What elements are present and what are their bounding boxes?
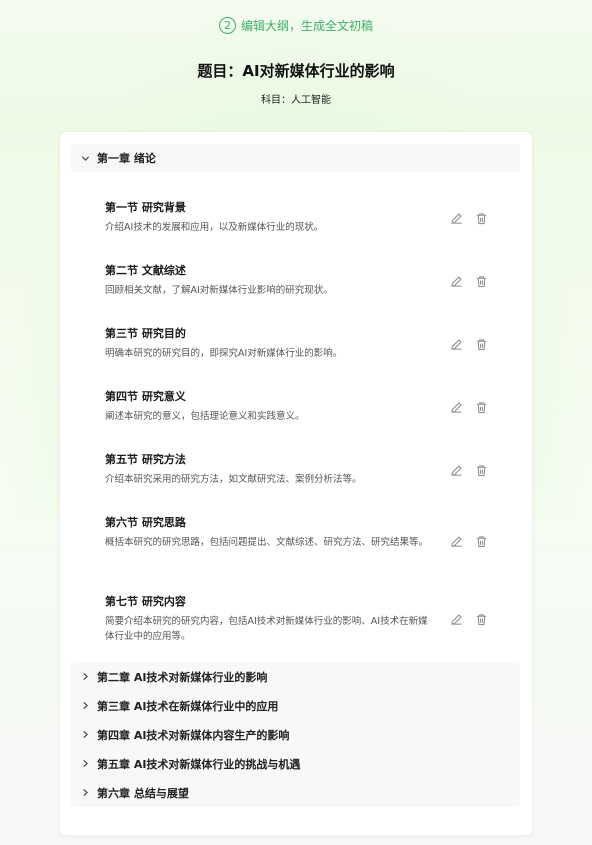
subject-label: 科目：人工智能	[261, 95, 331, 106]
section-actions	[449, 400, 488, 414]
chevron-right-icon	[75, 759, 95, 768]
trash-icon[interactable]	[474, 400, 488, 414]
chevron-right-icon	[75, 788, 95, 797]
step-number-badge: 2	[218, 17, 236, 34]
trash-icon[interactable]	[474, 274, 488, 288]
trash-icon[interactable]	[474, 534, 488, 548]
section-item: 第六节 研究思路 概括本研究的研究思路，包括问题提出、文献综述、研究方法、研究结…	[105, 516, 435, 550]
page-title: 题目：AI对新媒体行业的影响	[197, 62, 395, 80]
section-item: 第七节 研究内容 简要介绍本研究的研究内容，包括AI技术对新媒体行业的影响、AI…	[105, 595, 435, 644]
section-actions	[449, 612, 488, 626]
chapter-2-header[interactable]: 第二章 AI技术对新媒体行业的影响	[71, 662, 520, 691]
section-item: 第三节 研究目的 明确本研究的研究目的，即探究AI对新媒体行业的影响。	[105, 327, 435, 361]
section-title: 第四节 研究意义	[105, 390, 186, 403]
trash-icon[interactable]	[474, 612, 488, 626]
outline-card: 第一章 绪论 第一节 研究背景 介绍AI技术的发展和应用，以及新媒体行业的现状。…	[60, 132, 532, 835]
chapter-label: 第五章 AI技术对新媒体行业的挑战与机遇	[97, 757, 301, 771]
chapter-4-header[interactable]: 第四章 AI技术对新媒体内容生产的影响	[71, 720, 520, 749]
step-indicator: 2 编辑大纲，生成全文初稿	[0, 17, 592, 34]
section-description: 介绍本研究采用的研究方法，如文献研究法、案例分析法等。	[105, 474, 362, 485]
trash-icon[interactable]	[474, 463, 488, 477]
chapter-1-label: 第一章 绪论	[97, 152, 156, 165]
chevron-down-icon	[75, 154, 95, 163]
section-title: 第三节 研究目的	[105, 327, 186, 340]
chapter-6-header[interactable]: 第六章 总结与展望	[71, 778, 520, 807]
chapter-label: 第二章 AI技术对新媒体行业的影响	[97, 670, 268, 684]
chapter-label: 第四章 AI技术对新媒体内容生产的影响	[97, 728, 290, 742]
section-description: 介绍AI技术的发展和应用，以及新媒体行业的现状。	[105, 222, 324, 233]
section-title: 第六节 研究思路	[105, 516, 186, 529]
section-actions	[449, 463, 488, 477]
chapter-1-header[interactable]: 第一章 绪论	[71, 144, 520, 172]
chapter-label: 第三章 AI技术在新媒体行业中的应用	[97, 699, 279, 713]
pencil-icon[interactable]	[449, 463, 463, 477]
pencil-icon[interactable]	[449, 211, 463, 225]
pencil-icon[interactable]	[449, 400, 463, 414]
section-actions	[449, 211, 488, 225]
trash-icon[interactable]	[474, 211, 488, 225]
chevron-right-icon	[75, 701, 95, 710]
section-description: 简要介绍本研究的研究内容，包括AI技术对新媒体行业的影响、AI技术在新媒体行业中…	[105, 616, 428, 642]
pencil-icon[interactable]	[449, 534, 463, 548]
chevron-right-icon	[75, 730, 95, 739]
chevron-right-icon	[75, 672, 95, 681]
section-item: 第一节 研究背景 介绍AI技术的发展和应用，以及新媒体行业的现状。	[105, 201, 435, 235]
section-actions	[449, 274, 488, 288]
section-title: 第一节 研究背景	[105, 201, 186, 214]
collapsed-chapters: 第二章 AI技术对新媒体行业的影响 第三章 AI技术在新媒体行业中的应用 第四章…	[71, 662, 520, 807]
section-item: 第四节 研究意义 阐述本研究的意义，包括理论意义和实践意义。	[105, 390, 435, 424]
chapter-5-header[interactable]: 第五章 AI技术对新媒体行业的挑战与机遇	[71, 749, 520, 778]
pencil-icon[interactable]	[449, 337, 463, 351]
section-description: 阐述本研究的意义，包括理论意义和实践意义。	[105, 411, 305, 422]
trash-icon[interactable]	[474, 337, 488, 351]
section-description: 回顾相关文献，了解AI对新媒体行业影响的研究现状。	[105, 285, 333, 296]
section-title: 第七节 研究内容	[105, 595, 186, 608]
section-title: 第二节 文献综述	[105, 264, 186, 277]
chapter-3-header[interactable]: 第三章 AI技术在新媒体行业中的应用	[71, 691, 520, 720]
section-actions	[449, 337, 488, 351]
section-item: 第五节 研究方法 介绍本研究采用的研究方法，如文献研究法、案例分析法等。	[105, 453, 435, 487]
section-actions	[449, 534, 488, 548]
section-description: 概括本研究的研究思路，包括问题提出、文献综述、研究方法、研究结果等。	[105, 537, 429, 548]
step-label: 编辑大纲，生成全文初稿	[240, 19, 373, 33]
section-item: 第二节 文献综述 回顾相关文献，了解AI对新媒体行业影响的研究现状。	[105, 264, 435, 298]
pencil-icon[interactable]	[449, 612, 463, 626]
section-description: 明确本研究的研究目的，即探究AI对新媒体行业的影响。	[105, 348, 343, 359]
pencil-icon[interactable]	[449, 274, 463, 288]
chapter-label: 第六章 总结与展望	[97, 786, 189, 800]
section-title: 第五节 研究方法	[105, 453, 186, 466]
